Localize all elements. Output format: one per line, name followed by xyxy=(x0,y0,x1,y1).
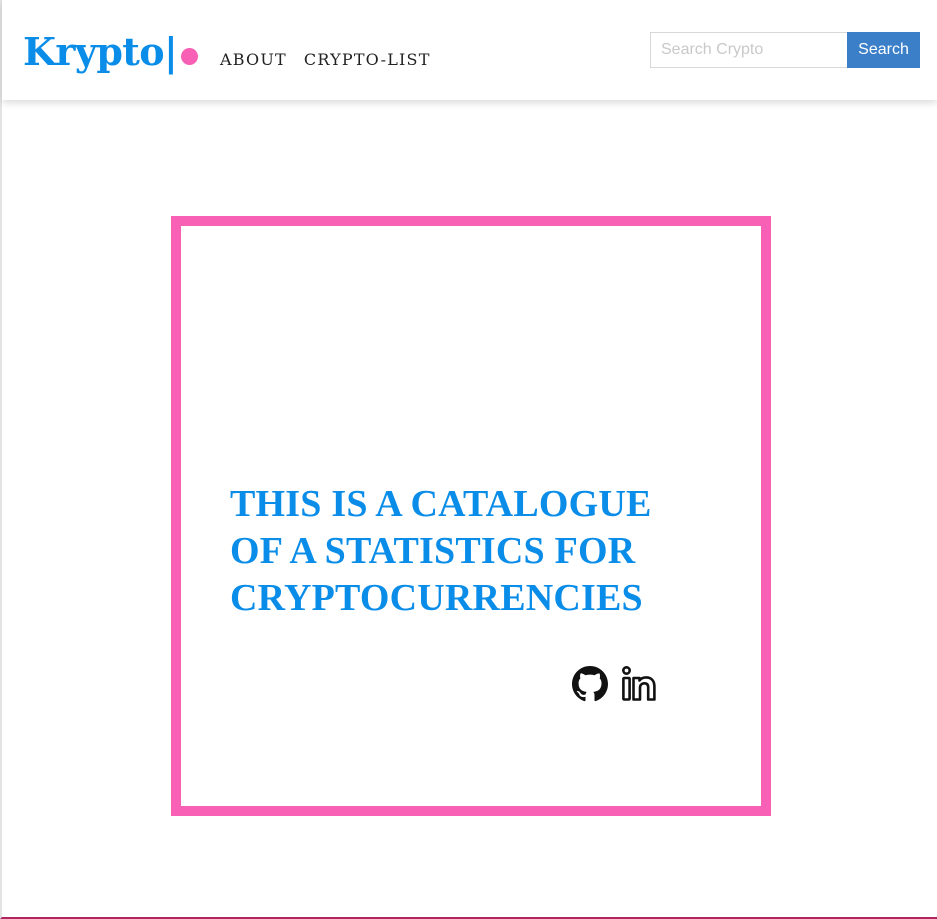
brand-logo[interactable]: Krypto| xyxy=(23,29,199,75)
nav-link-crypto-list[interactable]: CRYPTO-LIST xyxy=(304,49,431,71)
github-link[interactable] xyxy=(572,666,608,702)
search-form: Search xyxy=(650,32,920,68)
nav-menu: ABOUT CRYPTO-LIST xyxy=(220,49,431,71)
social-links xyxy=(572,666,657,702)
search-button[interactable]: Search xyxy=(847,32,920,68)
nav-link-about[interactable]: ABOUT xyxy=(220,49,287,71)
github-icon xyxy=(572,666,608,702)
hero-box: THIS IS A CATALOGUE OF A STATISTICS FOR … xyxy=(171,216,771,816)
search-input[interactable] xyxy=(650,32,847,68)
hero-title: THIS IS A CATALOGUE OF A STATISTICS FOR … xyxy=(230,483,652,619)
linkedin-icon xyxy=(621,666,657,702)
brand-text: Krypto| xyxy=(23,29,178,74)
brand-dot-icon xyxy=(181,47,199,65)
navbar: Krypto| ABOUT CRYPTO-LIST Search xyxy=(2,0,937,100)
linkedin-link[interactable] xyxy=(621,666,657,702)
